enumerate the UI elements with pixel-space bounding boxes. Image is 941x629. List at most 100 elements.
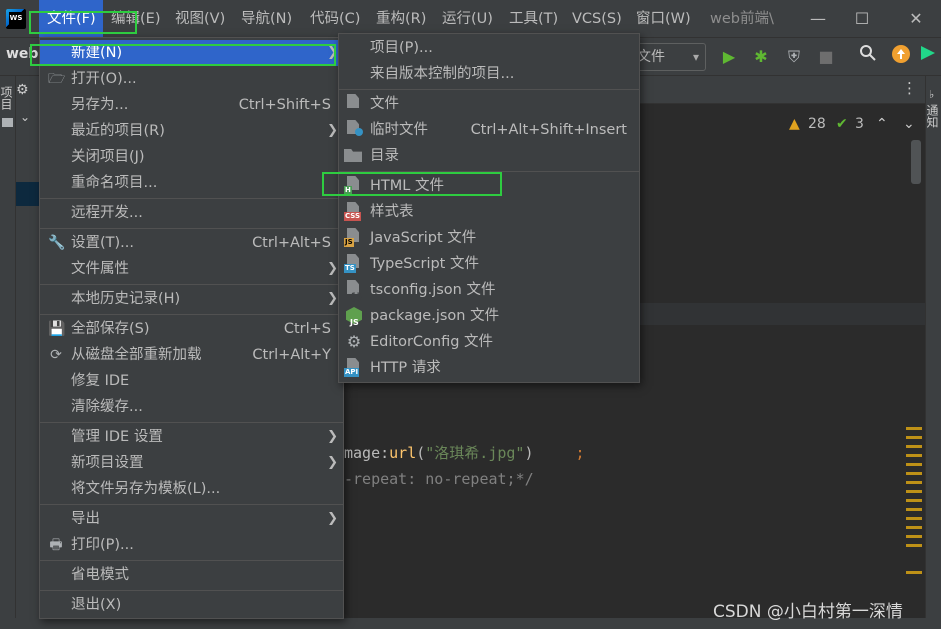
minimize-button[interactable]: — — [798, 0, 838, 38]
code-line-1[interactable]: mage:url("洛琪希.jpg"); — [344, 442, 585, 463]
new-stylesheet[interactable]: CSS 样式表 — [339, 199, 639, 225]
ts-file-icon: TS — [344, 254, 364, 274]
gear-icon[interactable]: ⚙ — [16, 82, 29, 98]
stripe-mark[interactable] — [906, 490, 922, 493]
html-file-icon: H — [344, 176, 364, 196]
new-directory[interactable]: 目录 — [339, 143, 639, 169]
run-config-select[interactable]: 文件 — [632, 43, 706, 71]
left-tool-strip: 项目 — [0, 76, 16, 629]
menu-separator — [40, 228, 343, 229]
gear-file-icon: ⚙ — [346, 332, 362, 351]
folder-open-icon: 🗁 — [48, 71, 66, 87]
new-editorconfig-file[interactable]: ⚙ EditorConfig 文件 — [339, 329, 639, 355]
stripe-mark[interactable] — [906, 499, 922, 502]
new-html-file[interactable]: H HTML 文件 — [339, 173, 639, 199]
menu-separator — [339, 171, 639, 172]
search-icon[interactable] — [855, 44, 881, 70]
file-menu-reload-all[interactable]: ⟳ 从磁盘全部重新加载 Ctrl+Alt+Y — [40, 342, 343, 368]
submenu-arrow-icon: ❯ — [327, 511, 338, 526]
file-menu-open[interactable]: 🗁 打开(O)... — [40, 66, 343, 92]
stripe-mark[interactable] — [906, 454, 922, 457]
stripe-mark[interactable] — [906, 436, 922, 439]
stripe-mark[interactable] — [906, 427, 922, 430]
menu-window[interactable]: 窗口(W) — [636, 0, 691, 38]
file-menu-settings[interactable]: 🔧 设置(T)... Ctrl+Alt+S — [40, 230, 343, 256]
file-menu-file-properties[interactable]: 文件属性 ❯ — [40, 256, 343, 282]
file-menu-power-save[interactable]: 省电模式 — [40, 562, 343, 588]
plugin-icon[interactable] — [918, 44, 938, 70]
chevron-down-icon[interactable]: ⌄ — [20, 110, 30, 124]
new-scratch-file[interactable]: 临时文件 Ctrl+Alt+Shift+Insert — [339, 117, 639, 143]
run-config-label: 文件 — [637, 49, 665, 65]
file-menu-save-as-template[interactable]: 将文件另存为模板(L)... — [40, 476, 343, 502]
file-menu-new[interactable]: 新建(N) ❯ — [40, 40, 343, 66]
stripe-mark[interactable] — [906, 526, 922, 529]
new-file[interactable]: 文件 — [339, 91, 639, 117]
new-package-json-file[interactable]: JS package.json 文件 — [339, 303, 639, 329]
submenu-arrow-icon: ❯ — [327, 123, 338, 138]
file-menu-remote-dev[interactable]: 远程开发... — [40, 200, 343, 226]
stripe-mark[interactable] — [906, 463, 922, 466]
file-menu-manage-ide[interactable]: 管理 IDE 设置 ❯ — [40, 424, 343, 450]
project-tool-tab[interactable]: 项目 — [0, 86, 15, 110]
code-line-2[interactable]: -repeat: no-repeat;*/ — [344, 470, 534, 488]
file-menu-close-project[interactable]: 关闭项目(J) — [40, 144, 343, 170]
stripe-mark[interactable] — [906, 508, 922, 511]
menu-file[interactable]: 文件(F) — [39, 0, 103, 38]
file-menu-new-project-settings[interactable]: 新项目设置 ❯ — [40, 450, 343, 476]
new-http-request[interactable]: API HTTP 请求 — [339, 355, 639, 381]
editor-scrollbar[interactable] — [911, 140, 921, 184]
project-name[interactable]: web — [6, 46, 38, 62]
coverage-icon[interactable]: ⛨ — [781, 44, 807, 70]
file-menu-rename-project[interactable]: 重命名项目... — [40, 170, 343, 196]
code-token-paren: ( — [416, 444, 426, 462]
file-menu-export[interactable]: 导出 ❯ — [40, 506, 343, 532]
new-typescript-file[interactable]: TS TypeScript 文件 — [339, 251, 639, 277]
stripe-mark[interactable] — [906, 517, 922, 520]
file-menu-print[interactable]: 🖶 打印(P)... — [40, 532, 343, 558]
menu-navigate[interactable]: 导航(N) — [241, 0, 292, 38]
update-icon[interactable] — [888, 44, 914, 70]
stop-icon[interactable]: ■ — [813, 44, 839, 70]
run-icon[interactable]: ▶ — [716, 44, 742, 70]
file-menu-local-history[interactable]: 本地历史记录(H) ❯ — [40, 286, 343, 312]
new-project-from-vcs[interactable]: 来自版本控制的项目... — [339, 61, 639, 87]
stripe-mark[interactable] — [906, 481, 922, 484]
file-menu-exit[interactable]: 退出(X) — [40, 592, 343, 618]
maximize-button[interactable]: ☐ — [842, 0, 882, 38]
file-menu-recent[interactable]: 最近的项目(R) ❯ — [40, 118, 343, 144]
menu-separator — [40, 504, 343, 505]
menu-edit[interactable]: 编辑(E) — [111, 0, 160, 38]
new-submenu: 项目(P)... 来自版本控制的项目... 文件 临时文件 Ctrl+Alt+Sh… — [338, 33, 640, 383]
check-icon[interactable]: ✔ — [836, 116, 848, 132]
webstorm-logo: WS — [6, 9, 26, 29]
close-button[interactable]: ✕ — [896, 0, 936, 38]
stripe-mark[interactable] — [906, 472, 922, 475]
new-tsconfig-file[interactable]: {} tsconfig.json 文件 — [339, 277, 639, 303]
chevron-down-nav-icon[interactable]: ⌄ — [903, 116, 915, 132]
file-menu-clear-cache[interactable]: 清除缓存... — [40, 394, 343, 420]
menu-view[interactable]: 视图(V) — [175, 0, 225, 38]
warning-icon[interactable]: ▲ — [789, 116, 800, 132]
file-menu-repair-ide[interactable]: 修复 IDE — [40, 368, 343, 394]
refresh-icon: ⟳ — [50, 347, 62, 363]
file-menu-save-as[interactable]: 另存为... Ctrl+Shift+S — [40, 92, 343, 118]
stripe-mark[interactable] — [906, 544, 922, 547]
stripe-mark[interactable] — [906, 445, 922, 448]
warnings-count: 28 — [808, 116, 826, 132]
project-panel: ⚙ ⌄ — [16, 76, 40, 629]
more-icon[interactable]: ⋮ — [902, 79, 917, 97]
menu-separator — [40, 198, 343, 199]
stripe-mark[interactable] — [906, 571, 922, 574]
debug-icon[interactable]: ✱ — [748, 44, 774, 70]
new-project[interactable]: 项目(P)... — [339, 35, 639, 61]
chevron-up-icon[interactable]: ⌃ — [876, 116, 888, 132]
new-javascript-file[interactable]: JS JavaScript 文件 — [339, 225, 639, 251]
stripe-mark[interactable] — [906, 535, 922, 538]
notifications-tool-tab[interactable]: 通知 — [925, 104, 941, 128]
submenu-arrow-icon: ❯ — [327, 455, 338, 470]
folder-icon — [344, 146, 364, 166]
file-menu-save-all[interactable]: 💾 全部保存(S) Ctrl+S — [40, 316, 343, 342]
selected-tree-row — [16, 182, 40, 206]
menu-separator — [40, 590, 343, 591]
